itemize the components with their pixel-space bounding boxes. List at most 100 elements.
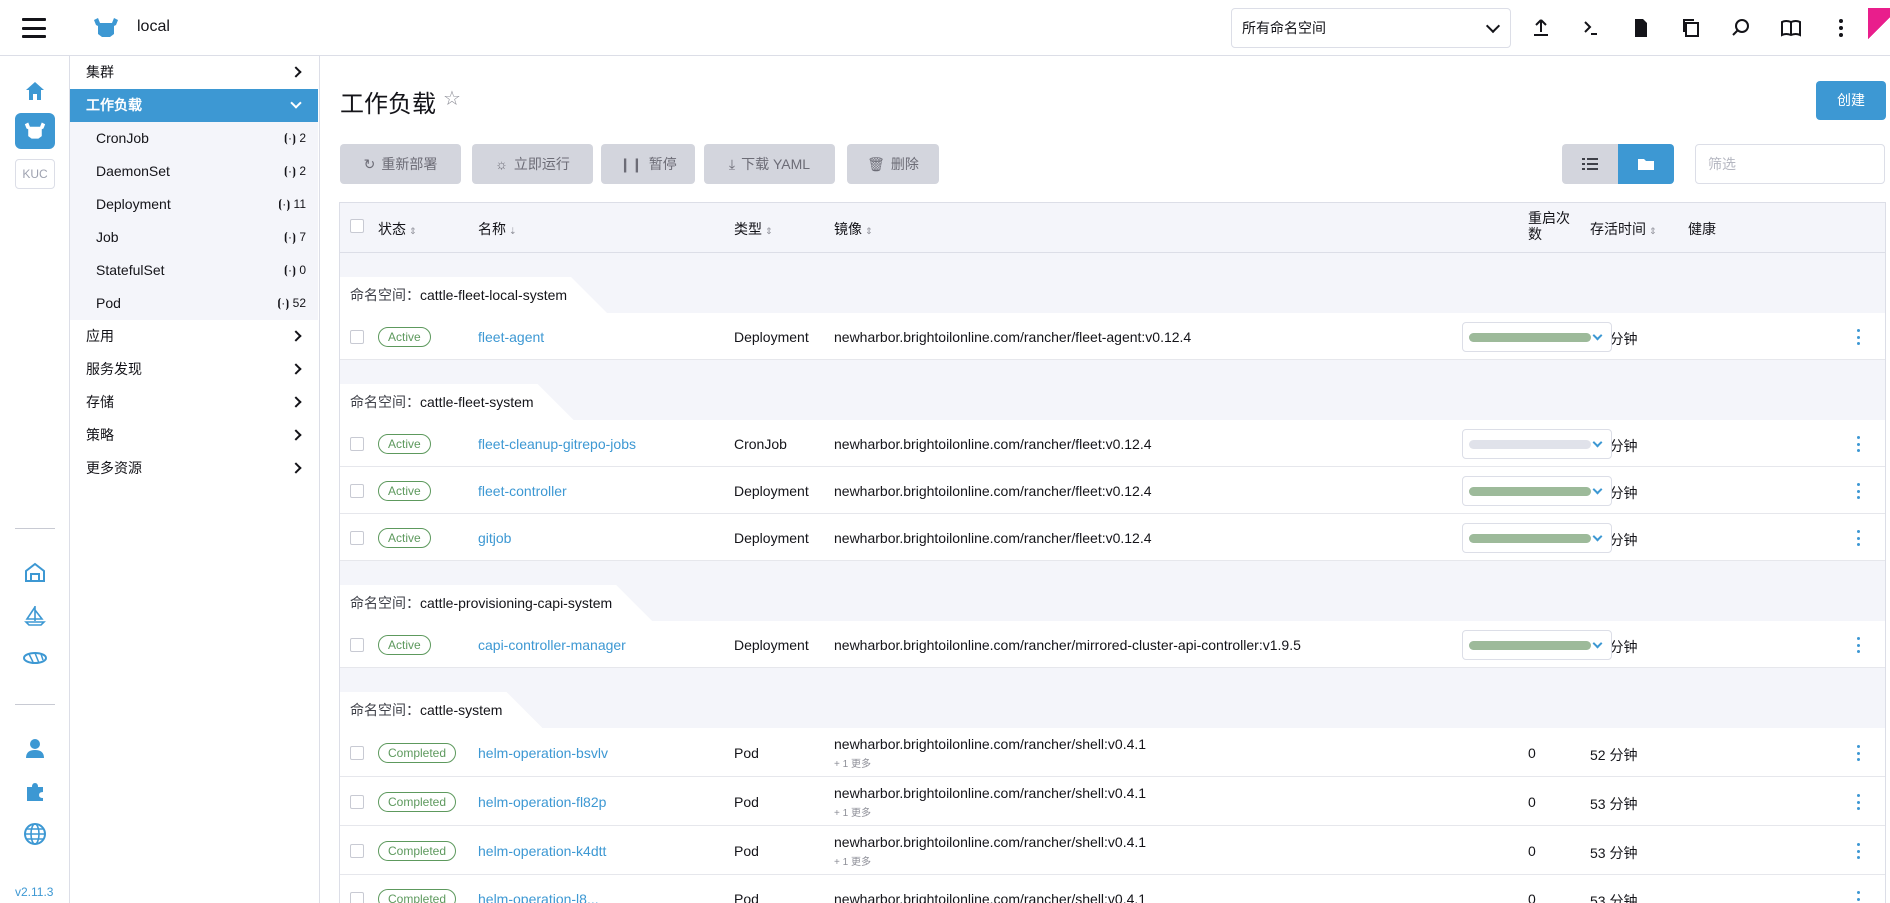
kubectl-shell-icon[interactable] xyxy=(1579,16,1603,40)
user-avatar[interactable] xyxy=(1868,8,1890,48)
col-restarts[interactable]: 重启次数 xyxy=(1528,210,1572,242)
row-actions-icon[interactable] xyxy=(1850,329,1866,345)
sidebar-item-statefulset[interactable]: StatefulSet ⦗·⦘ 0 xyxy=(70,254,318,287)
redeploy-label: 重新部署 xyxy=(381,156,438,172)
col-type[interactable]: 类型 ⇕ xyxy=(734,219,773,239)
sidebar-item-job[interactable]: Job ⦗·⦘ 7 xyxy=(70,221,318,254)
home-icon[interactable] xyxy=(15,73,55,109)
row-actions-icon[interactable] xyxy=(1850,637,1866,653)
namespace-select[interactable]: 所有命名空间 xyxy=(1231,8,1511,48)
chevron-right-icon xyxy=(290,462,302,474)
row-actions-icon[interactable] xyxy=(1850,891,1866,903)
redeploy-button[interactable]: ↻ 重新部署 xyxy=(340,144,461,184)
group-by-namespace-button[interactable] xyxy=(1618,144,1674,184)
health-dropdown[interactable] xyxy=(1462,322,1612,352)
status-badge: Active xyxy=(378,481,431,501)
cluster-logo-icon[interactable] xyxy=(92,14,120,42)
row-actions-icon[interactable] xyxy=(1850,843,1866,859)
virtualization-icon[interactable] xyxy=(15,640,55,676)
row-checkbox[interactable] xyxy=(350,330,364,344)
nav-group-more-resources[interactable]: 更多资源 xyxy=(70,452,318,485)
more-icon[interactable] xyxy=(1829,16,1853,40)
import-yaml-icon[interactable] xyxy=(1529,16,1553,40)
row-checkbox[interactable] xyxy=(350,746,364,760)
workload-name-link[interactable]: fleet-cleanup-gitrepo-jobs xyxy=(478,436,636,452)
nav-group-policy[interactable]: 策略 xyxy=(70,419,318,452)
nav-group-service-discovery[interactable]: 服务发现 xyxy=(70,353,318,386)
health-dropdown[interactable] xyxy=(1462,630,1612,660)
workload-image: newharbor.brightoilonline.com/rancher/sh… xyxy=(834,785,1147,801)
resource-search-icon[interactable] xyxy=(1729,16,1753,40)
run-now-button[interactable]: ☼ 立即运行 xyxy=(472,144,593,184)
nav-group-storage[interactable]: 存储 xyxy=(70,386,318,419)
create-button[interactable]: 创建 xyxy=(1816,81,1886,120)
row-actions-icon[interactable] xyxy=(1850,794,1866,810)
sidebar-item-pod[interactable]: Pod ⦗·⦘ 52 xyxy=(70,287,318,320)
row-actions-icon[interactable] xyxy=(1850,530,1866,546)
workload-type: CronJob xyxy=(734,436,787,452)
col-name[interactable]: 名称 ⇣ xyxy=(478,219,517,239)
cluster-management-icon[interactable] xyxy=(15,554,55,590)
kuc-cluster-button[interactable]: KUC xyxy=(15,159,55,189)
extensions-icon[interactable] xyxy=(15,773,55,809)
row-checkbox[interactable] xyxy=(350,892,364,903)
row-actions-icon[interactable] xyxy=(1850,745,1866,761)
flat-list-view-button[interactable] xyxy=(1562,144,1618,184)
cluster-name[interactable]: local xyxy=(137,18,170,36)
workload-name-link[interactable]: gitjob xyxy=(478,530,511,546)
col-state[interactable]: 状态 ⇕ xyxy=(378,219,417,239)
nav-group-apps[interactable]: 应用 xyxy=(70,320,318,353)
row-checkbox[interactable] xyxy=(350,795,364,809)
docs-icon[interactable] xyxy=(1779,16,1803,40)
user-icon[interactable] xyxy=(15,730,55,766)
namespaced-icon: ⦗·⦘ xyxy=(278,197,294,211)
workload-name-link[interactable]: helm-operation-fl82p xyxy=(478,794,606,810)
more-images-link[interactable]: + 1 更多 xyxy=(834,755,871,770)
page-title: 工作负载 xyxy=(340,91,436,118)
row-checkbox[interactable] xyxy=(350,531,364,545)
workload-name-link[interactable]: capi-controller-manager xyxy=(478,637,626,653)
health-dropdown[interactable] xyxy=(1462,523,1612,553)
sidebar-item-daemonset[interactable]: DaemonSet ⦗·⦘ 2 xyxy=(70,155,318,188)
workload-name-link[interactable]: fleet-controller xyxy=(478,483,567,499)
namespace-name: cattle-fleet-local-system xyxy=(420,287,568,303)
workload-name-link[interactable]: helm-operation-bsvlv xyxy=(478,745,608,761)
download-yaml-button[interactable]: ⤓ 下载 YAML xyxy=(704,144,835,184)
copy-kubeconfig-icon[interactable] xyxy=(1679,16,1703,40)
kubeconfig-download-icon[interactable] xyxy=(1629,16,1653,40)
hamburger-menu-icon[interactable] xyxy=(22,18,46,38)
delete-button[interactable]: 🗑 删除 xyxy=(847,144,939,184)
row-checkbox[interactable] xyxy=(350,484,364,498)
global-settings-icon[interactable] xyxy=(15,816,55,852)
namespace-name: cattle-system xyxy=(420,702,503,718)
workload-name-link[interactable]: helm-operation-k4dtt xyxy=(478,843,606,859)
row-checkbox[interactable] xyxy=(350,844,364,858)
sort-icon: ⇕ xyxy=(409,226,417,236)
count-value: 7 xyxy=(299,230,306,244)
row-checkbox[interactable] xyxy=(350,437,364,451)
sidebar-item-deployment[interactable]: Deployment ⦗·⦘ 11 xyxy=(70,188,318,221)
row-actions-icon[interactable] xyxy=(1850,483,1866,499)
workload-name-link[interactable]: helm-operation-l8... xyxy=(478,891,599,903)
nav-group-cluster[interactable]: 集群 xyxy=(70,56,318,89)
more-images-link[interactable]: + 1 更多 xyxy=(834,853,871,868)
pause-button[interactable]: ❙❙ 暂停 xyxy=(601,144,695,184)
sidebar-item-cronjob[interactable]: CronJob ⦗·⦘ 2 xyxy=(70,122,318,155)
workload-type: Pod xyxy=(734,794,759,810)
workload-name-link[interactable]: fleet-agent xyxy=(478,329,544,345)
local-cluster-icon[interactable] xyxy=(15,113,55,149)
more-images-link[interactable]: + 1 更多 xyxy=(834,804,871,819)
favorite-star-icon[interactable]: ☆ xyxy=(443,86,461,111)
continuous-delivery-icon[interactable] xyxy=(15,597,55,633)
health-dropdown[interactable] xyxy=(1462,429,1612,459)
row-actions-icon[interactable] xyxy=(1850,436,1866,452)
col-age[interactable]: 存活时间 ⇕ xyxy=(1590,219,1657,239)
version-label[interactable]: v2.11.3 xyxy=(15,885,53,899)
health-dropdown[interactable] xyxy=(1462,476,1612,506)
row-checkbox[interactable] xyxy=(350,638,364,652)
namespaced-icon: ⦗·⦘ xyxy=(283,131,300,145)
select-all-checkbox[interactable] xyxy=(350,219,364,233)
filter-input[interactable] xyxy=(1695,144,1885,184)
col-image[interactable]: 镜像 ⇕ xyxy=(834,219,873,239)
nav-group-workloads[interactable]: 工作负载 xyxy=(70,89,318,122)
